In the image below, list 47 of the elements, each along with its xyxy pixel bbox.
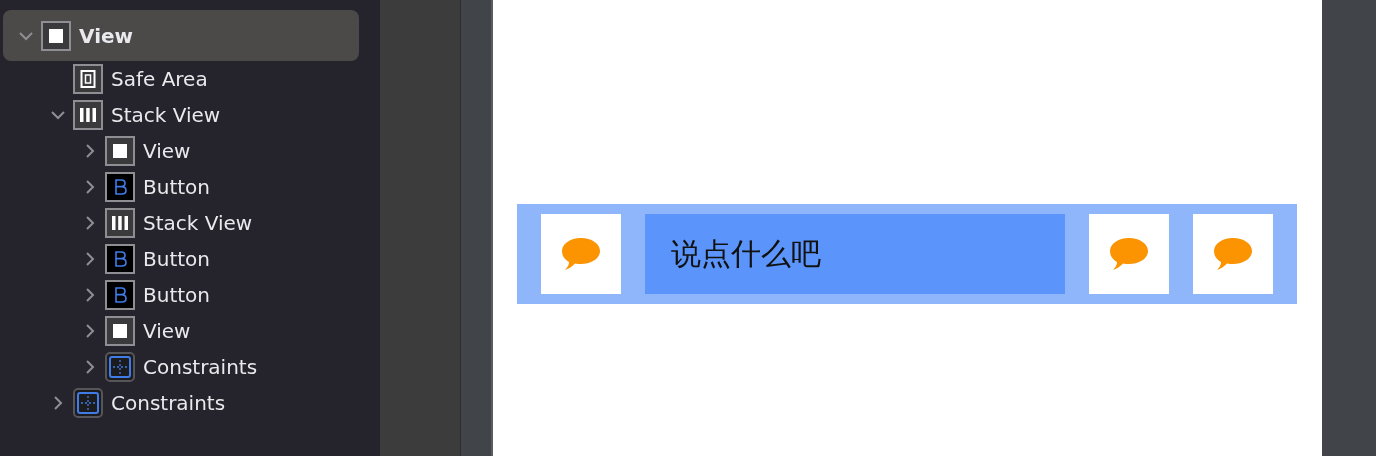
stack-view-icon: [73, 100, 103, 130]
view-icon: [105, 316, 135, 346]
button-icon: [105, 280, 135, 310]
outline-item[interactable]: Button: [3, 169, 359, 205]
stack-view-icon: [105, 208, 135, 238]
outline-label: View: [79, 23, 134, 48]
outline-item[interactable]: View: [3, 10, 359, 61]
outline-item[interactable]: Stack View: [3, 97, 359, 133]
speech-bubble-icon: [561, 236, 601, 272]
outline-label: Stack View: [111, 103, 221, 127]
placeholder-text: 说点什么吧: [671, 234, 821, 273]
outline-item[interactable]: Safe Area: [3, 61, 359, 97]
outline-label: View: [143, 319, 191, 343]
outline-item[interactable]: Constraints: [3, 385, 359, 421]
chevron-right-icon[interactable]: [85, 359, 95, 375]
constraints-icon: [73, 388, 103, 418]
outline-label: Safe Area: [111, 67, 208, 91]
button-icon: [105, 172, 135, 202]
outline-item[interactable]: View: [3, 313, 359, 349]
outline-label: Button: [143, 283, 210, 307]
constraints-icon: [105, 352, 135, 382]
outline-label: Button: [143, 175, 210, 199]
safe-area-icon: [73, 64, 103, 94]
view-icon: [105, 136, 135, 166]
chevron-right-icon[interactable]: [85, 323, 95, 339]
outline-item[interactable]: Stack View: [3, 205, 359, 241]
chevron-down-icon[interactable]: [18, 30, 34, 41]
chevron-right-icon[interactable]: [85, 215, 95, 231]
outline-label: View: [143, 139, 191, 163]
chevron-right-icon[interactable]: [85, 143, 95, 159]
button-icon: [105, 244, 135, 274]
view-icon: [41, 20, 71, 51]
outline-item[interactable]: View: [3, 133, 359, 169]
outline-label: Constraints: [143, 355, 258, 379]
outline-label: Stack View: [143, 211, 253, 235]
outline-label: Constraints: [111, 391, 226, 415]
outline-item[interactable]: Constraints: [3, 349, 359, 385]
chevron-right-icon[interactable]: [85, 287, 95, 303]
chevron-right-icon[interactable]: [53, 395, 63, 411]
chevron-down-icon[interactable]: [50, 110, 66, 120]
chevron-right-icon[interactable]: [85, 251, 95, 267]
speech-bubble-icon: [1213, 236, 1253, 272]
outline-label: Button: [143, 247, 210, 271]
chevron-right-icon[interactable]: [85, 179, 95, 195]
outline-item[interactable]: Button: [3, 241, 359, 277]
outline-item[interactable]: Button: [3, 277, 359, 313]
speech-bubble-icon: [1109, 236, 1149, 272]
